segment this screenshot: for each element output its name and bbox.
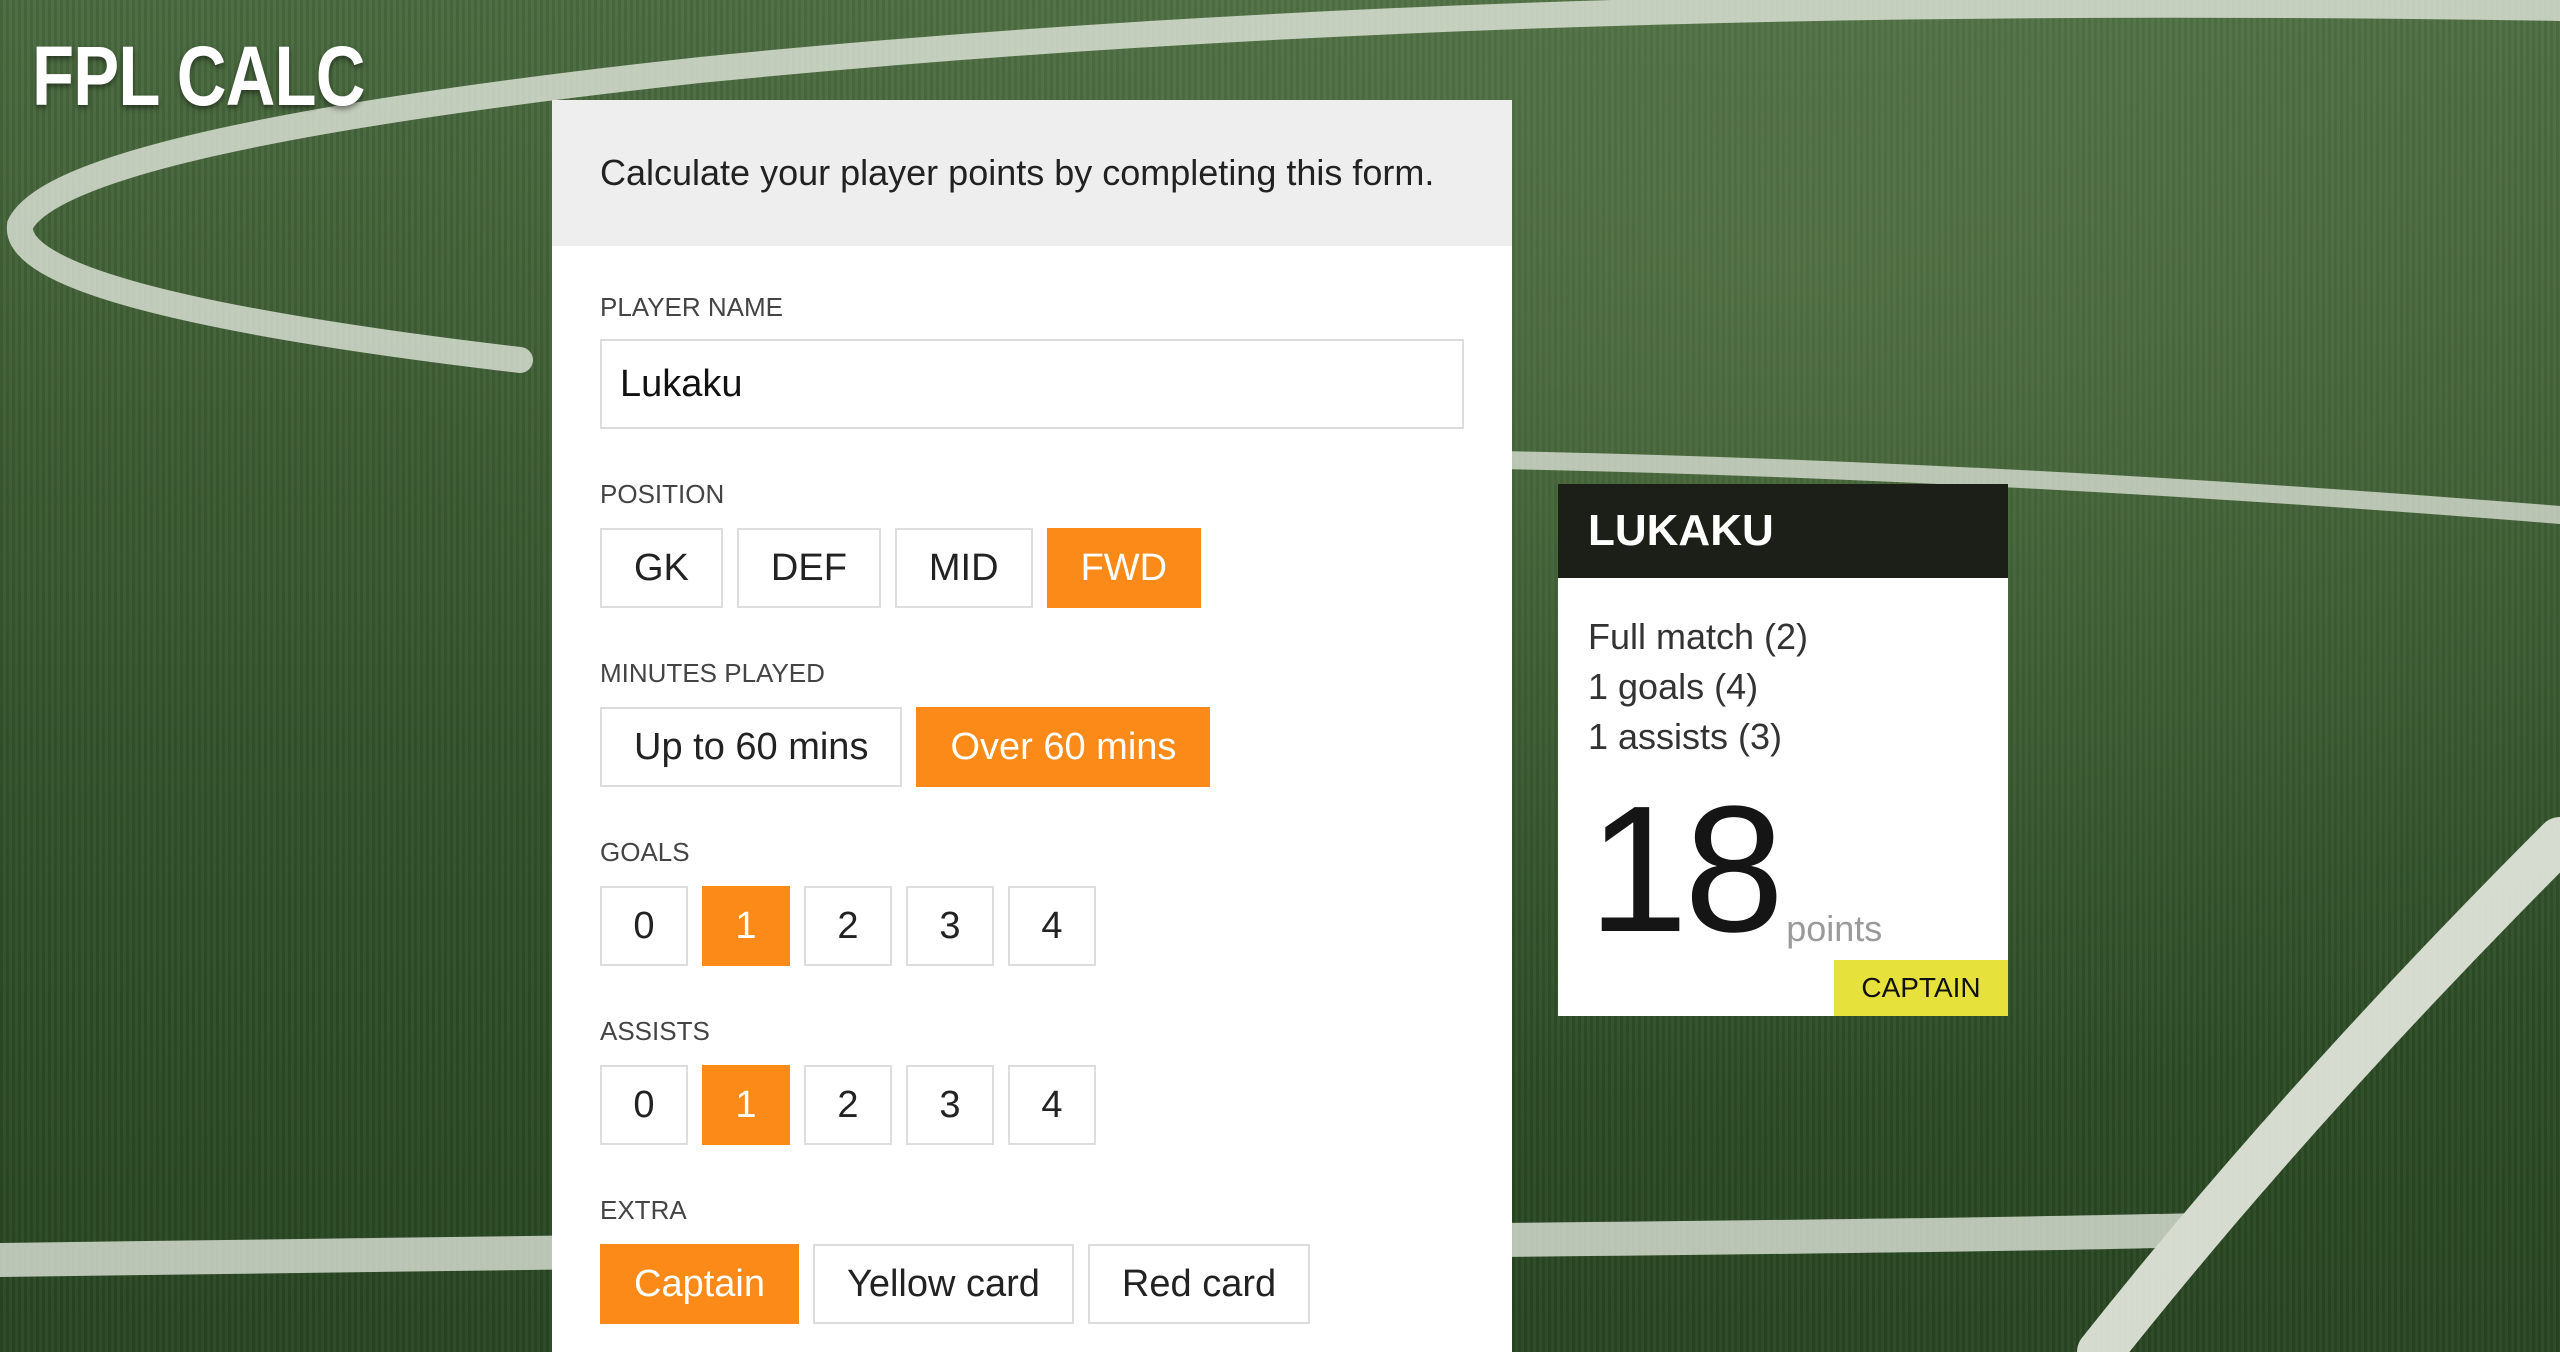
assists-0-button[interactable]: 0 (600, 1065, 688, 1145)
points-card: LUKAKU Full match (2) 1 goals (4) 1 assi… (1558, 484, 2008, 1016)
captain-badge: CAPTAIN (1834, 960, 2008, 1016)
form-header: Calculate your player points by completi… (552, 100, 1512, 246)
position-gk-button[interactable]: GK (600, 528, 723, 608)
assists-2-button[interactable]: 2 (804, 1065, 892, 1145)
card-player-name: LUKAKU (1558, 484, 2008, 578)
assists-1-button[interactable]: 1 (702, 1065, 790, 1145)
extra-label: EXTRA (600, 1195, 687, 1225)
goals-0-button[interactable]: 0 (600, 886, 688, 966)
minutes-up-to-60-button[interactable]: Up to 60 mins (600, 707, 903, 787)
assists-label: ASSISTS (600, 1016, 710, 1046)
extra-captain-button[interactable]: Captain (600, 1244, 799, 1324)
total-unit: points (1786, 908, 1883, 949)
goals-2-button[interactable]: 2 (804, 886, 892, 966)
position-label: POSITION (600, 479, 725, 509)
extra-yellow-card-button[interactable]: Yellow card (812, 1244, 1074, 1324)
app-logo: FPL CALC (32, 29, 366, 123)
player-name-label: PLAYER NAME (600, 292, 784, 322)
minutes-label: MINUTES PLAYED (600, 658, 825, 688)
player-name-input[interactable] (600, 339, 1464, 429)
minutes-over-60-button[interactable]: Over 60 mins (916, 707, 1211, 787)
total-points: 18 points (1588, 769, 1883, 970)
extra-group: EXTRA Captain Yellow card Red card (600, 1195, 1464, 1324)
position-def-button[interactable]: DEF (736, 528, 881, 608)
goals-3-button[interactable]: 3 (906, 886, 994, 966)
player-name-group: PLAYER NAME (600, 292, 1464, 429)
breakdown-item: 1 goals (4) (1588, 666, 1759, 707)
assists-3-button[interactable]: 3 (906, 1065, 994, 1145)
form-body: PLAYER NAME POSITION GK DEF MID FWD MINU… (552, 246, 1512, 1324)
position-mid-button[interactable]: MID (894, 528, 1033, 608)
breakdown-item: Full match (2) (1588, 616, 1809, 657)
breakdown-item: 1 assists (3) (1588, 716, 1783, 757)
goals-4-button[interactable]: 4 (1008, 886, 1096, 966)
minutes-group: MINUTES PLAYED Up to 60 mins Over 60 min… (600, 658, 1464, 787)
assists-group: ASSISTS 0 1 2 3 4 (600, 1016, 1464, 1145)
goals-1-button[interactable]: 1 (702, 886, 790, 966)
breakdown-list: Full match (2) 1 goals (4) 1 assists (3) (1558, 578, 2008, 762)
goals-label: GOALS (600, 837, 690, 867)
position-fwd-button[interactable]: FWD (1046, 528, 1202, 608)
position-group: POSITION GK DEF MID FWD (600, 479, 1464, 608)
extra-red-card-button[interactable]: Red card (1087, 1244, 1311, 1324)
total-value: 18 (1588, 769, 1784, 970)
calculator-form: Calculate your player points by completi… (552, 100, 1512, 1352)
form-intro: Calculate your player points by completi… (600, 152, 1435, 193)
assists-4-button[interactable]: 4 (1008, 1065, 1096, 1145)
goals-group: GOALS 0 1 2 3 4 (600, 837, 1464, 966)
